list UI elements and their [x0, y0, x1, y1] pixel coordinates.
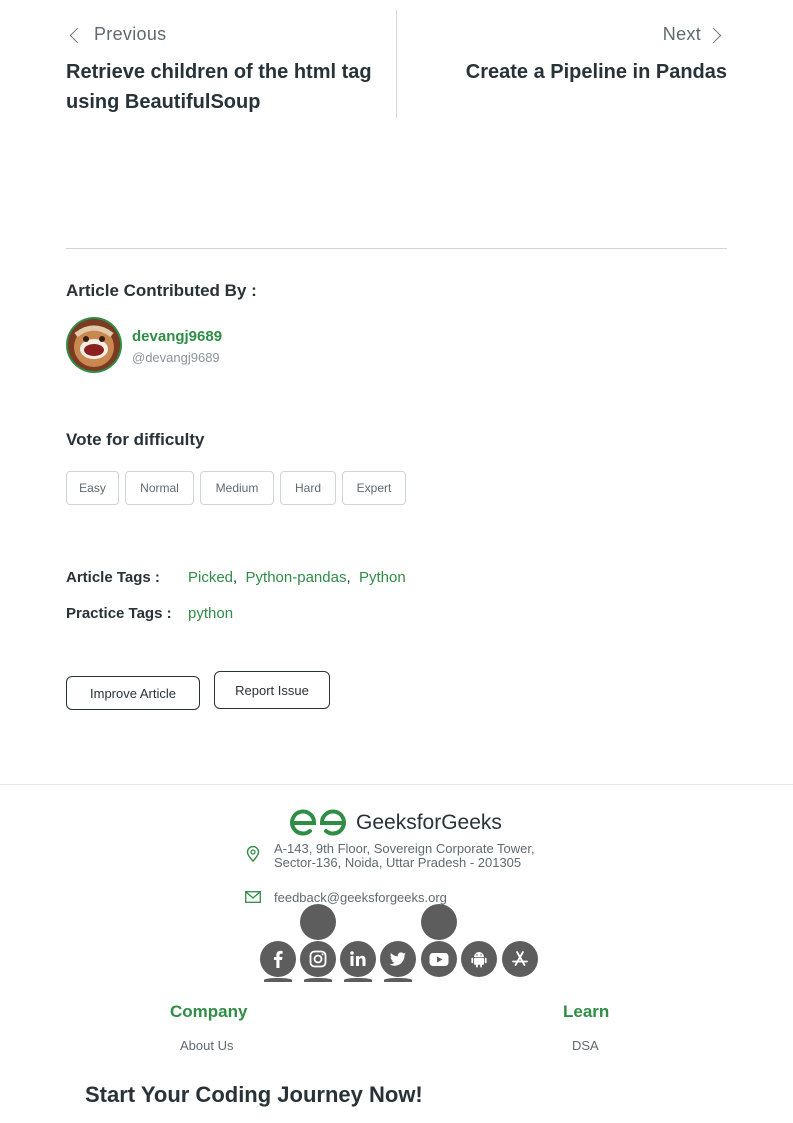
youtube-icon[interactable]	[421, 941, 457, 977]
about-us-link[interactable]: About Us	[180, 1038, 233, 1053]
difficulty-expert-button[interactable]: Expert	[342, 471, 406, 505]
overlay-circle	[304, 978, 332, 982]
article-tags-label: Article Tags :	[66, 569, 160, 586]
previous-label: Previous	[94, 24, 167, 44]
contributor-handle: @devangj9689	[132, 350, 220, 365]
next-label: Next	[662, 24, 701, 44]
difficulty-normal-button[interactable]: Normal	[125, 471, 194, 505]
overlay-circle	[264, 978, 292, 982]
difficulty-medium-button[interactable]: Medium	[200, 471, 274, 505]
footer-divider	[0, 784, 793, 785]
improve-article-button[interactable]: Improve Article	[66, 676, 200, 710]
next-article-title[interactable]: Create a Pipeline in Pandas	[466, 57, 727, 87]
dsa-link[interactable]: DSA	[572, 1038, 599, 1053]
nav-divider	[396, 10, 397, 118]
instagram-icon[interactable]	[300, 941, 336, 977]
address-line-2: Sector-136, Noida, Uttar Pradesh - 20130…	[274, 855, 522, 870]
difficulty-easy-button[interactable]: Easy	[66, 471, 119, 505]
contributor-heading: Article Contributed By :	[66, 281, 257, 300]
company-heading: Company	[170, 1002, 248, 1021]
linkedin-icon[interactable]	[340, 941, 376, 977]
brand-name[interactable]: GeeksforGeeks	[356, 811, 502, 835]
section-divider	[66, 248, 727, 249]
article-tags-list: Picked, Python-pandas, Python	[188, 569, 406, 586]
tag-link[interactable]: Picked	[188, 569, 233, 586]
practice-tags-label: Practice Tags :	[66, 605, 172, 622]
previous-article-link[interactable]: Previous Retrieve children of the html t…	[66, 20, 376, 120]
location-pin-icon	[246, 845, 260, 862]
tag-link[interactable]: Python-pandas	[246, 569, 347, 586]
overlay-circle	[421, 904, 457, 940]
app-store-icon[interactable]	[502, 941, 538, 977]
android-icon[interactable]	[461, 941, 497, 977]
mail-icon	[245, 890, 261, 903]
address-line-1: A-143, 9th Floor, Sovereign Corporate To…	[274, 841, 535, 856]
gfg-logo-icon[interactable]	[288, 807, 348, 839]
chevron-left-icon	[69, 27, 86, 44]
footer-email[interactable]: feedback@geeksforgeeks.org	[274, 890, 447, 905]
overlay-circle	[300, 904, 336, 940]
twitter-icon[interactable]	[380, 941, 416, 977]
overlay-circle	[384, 978, 412, 982]
facebook-icon[interactable]	[260, 941, 296, 977]
next-article-link[interactable]: Next Create a Pipeline in Pandas	[420, 20, 727, 90]
contributor-name[interactable]: devangj9689	[132, 328, 222, 345]
practice-tag-link[interactable]: python	[188, 605, 233, 622]
overlay-circle	[344, 978, 372, 982]
report-issue-button[interactable]: Report Issue	[214, 671, 330, 709]
tag-link[interactable]: Python	[359, 569, 406, 586]
avatar[interactable]	[66, 317, 122, 373]
coding-journey-cta: Start Your Coding Journey Now!	[85, 1082, 423, 1107]
difficulty-heading: Vote for difficulty	[66, 430, 205, 449]
chevron-right-icon	[705, 27, 722, 44]
difficulty-hard-button[interactable]: Hard	[280, 471, 336, 505]
learn-heading: Learn	[563, 1002, 610, 1021]
previous-article-title[interactable]: Retrieve children of the html tag using …	[66, 57, 376, 117]
